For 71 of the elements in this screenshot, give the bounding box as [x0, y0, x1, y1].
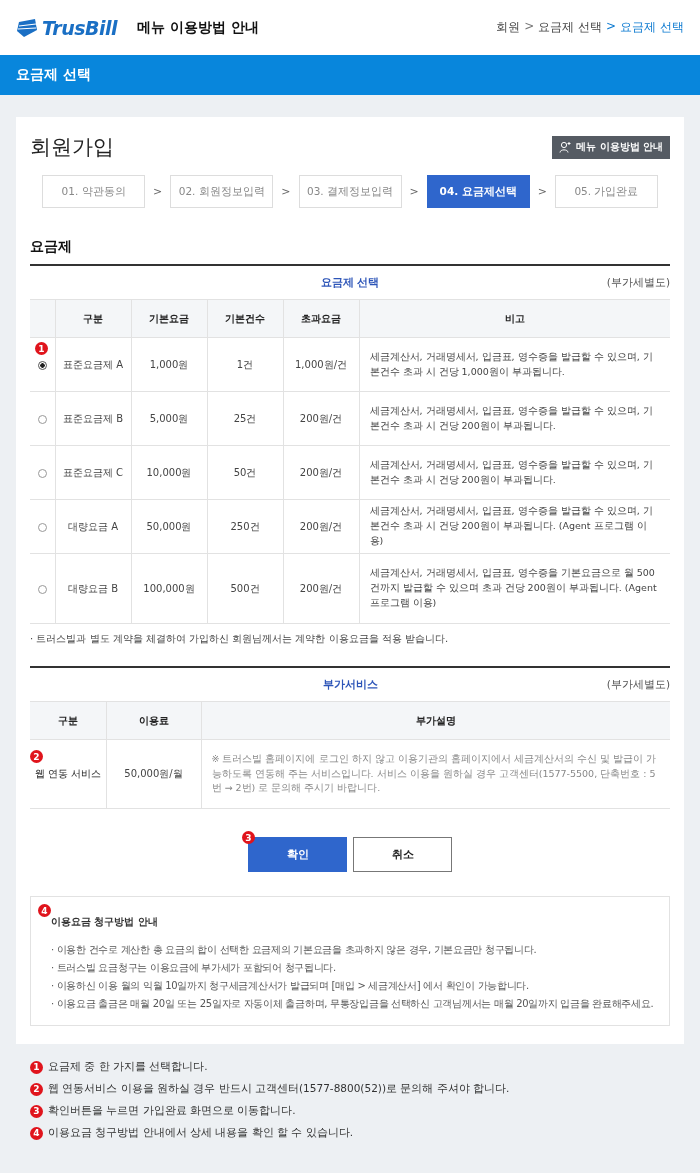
step-badge: 2 [30, 750, 43, 763]
breadcrumb-item[interactable]: 요금제 선택 [620, 19, 684, 36]
table-cell: 1건 [207, 337, 283, 392]
step-separator: > [153, 185, 163, 198]
info-text: · 트러스빌 요금청구는 이용요금에 부가세가 포함되어 청구됩니다. [51, 961, 337, 975]
table-cell: 10,000원 [131, 445, 207, 500]
table-cell: 200원/건 [283, 553, 359, 624]
column-header: 부가설명 [201, 701, 670, 740]
breadcrumb-item[interactable]: 요금제 선택 [538, 19, 603, 36]
table-cell: 웹 연동 서비스 [34, 768, 101, 779]
table-cell: 200원/건 [283, 445, 359, 500]
info-title: 이용요금 청구방법 안내 [51, 915, 159, 929]
breadcrumb-separator: > [606, 19, 617, 35]
table-cell: 1,000원/건 [283, 337, 359, 392]
column-header: 구분 [30, 701, 106, 740]
table-cell: 100,000원 [131, 553, 207, 624]
column-header: 기본건수 [207, 299, 283, 338]
cancel-button[interactable]: 취소 [353, 837, 452, 872]
table-cell: 5,000원 [131, 391, 207, 446]
info-text: · 이용한 건수로 계산한 총 요금의 합이 선택한 요금제의 기본요금을 초과하지 않은 경우, 기본요금만 청구됩니다. [51, 943, 538, 957]
table-cell: 25건 [207, 391, 283, 446]
header-title: 메뉴 이용방법 안내 [137, 18, 259, 37]
guide-note: 웹 연동서비스 이용을 원하실 경우 반드시 고객센터(1577-8800(52))로 문의해 주셔야 합니다. [48, 1082, 510, 1096]
breadcrumb-item[interactable]: 회원 [496, 19, 521, 36]
page-banner: 요금제 선택 [0, 55, 700, 95]
guide-note: 확인버튼을 누르면 가입완료 화면으로 이동합니다. [48, 1104, 296, 1118]
guide-note: 이용요금 청구방법 안내에서 상세 내용을 확인 할 수 있습니다. [48, 1126, 354, 1140]
column-header: 비고 [359, 299, 670, 338]
step-separator: > [409, 185, 419, 198]
vat-note: (부가세별도) [606, 678, 670, 692]
table-cell: 표준요금제 C [55, 445, 131, 500]
table-cell: 50,000원/월 [106, 739, 201, 809]
table-cell: 200원/건 [283, 391, 359, 446]
step-badge: 4 [30, 1126, 43, 1140]
user-plus-icon [559, 141, 573, 153]
logo[interactable]: TrusBill [42, 16, 118, 39]
logo-icon [16, 17, 38, 38]
step-separator: > [537, 185, 547, 198]
step-badge: 1 [35, 342, 48, 355]
step-separator: > [281, 185, 291, 198]
step-badge: 3 [242, 831, 255, 844]
table-cell: 50건 [207, 445, 283, 500]
step-badge: 4 [38, 904, 51, 917]
info-text: · 이용요금 출금은 매월 20일 또는 25일자로 자동이체 출금하며, 무통장입금을 선택하신 고객님께서는 매월 20일까지 입금을 완료해주세요. [51, 997, 655, 1011]
vat-note: (부가세별도) [606, 276, 670, 290]
breadcrumb-separator: > [524, 19, 535, 35]
page-title: 회원가입 [30, 134, 114, 161]
table-cell: 50,000원 [131, 499, 207, 554]
table-cell: 200원/건 [283, 499, 359, 554]
column-header: 초과요금 [283, 299, 359, 338]
table-cell: 250건 [207, 499, 283, 554]
table-caption: 부가서비스 [322, 678, 378, 690]
table-cell: 표준요금제 B [55, 391, 131, 446]
table-cell: 대량요금 A [55, 499, 131, 554]
table-cell: 1,000원 [131, 337, 207, 392]
radio-button[interactable] [37, 360, 47, 370]
guide-button[interactable]: 메뉴 이용방법 안내 [552, 135, 670, 159]
step-badge: 1 [30, 1060, 43, 1074]
guide-note: 요금제 중 한 가지를 선택합니다. [48, 1060, 208, 1074]
step-badge: 2 [30, 1082, 43, 1096]
table-cell: 500건 [207, 553, 283, 624]
footnote: · 트러스빌과 별도 계약을 체결하여 가입하신 회원님께서는 계약한 이용요금을 적용 받습니다. [30, 632, 450, 646]
table-cell: 대량요금 B [55, 553, 131, 624]
column-header: 이용료 [106, 701, 201, 740]
section-heading: 요금제 [30, 238, 670, 266]
step-badge: 3 [30, 1104, 43, 1118]
info-text: · 이용하신 이용 월의 익월 10일까지 청구세금계산서가 발급되며 [매입 > 세금계산서] 에서 확인이 가능합니다. [51, 979, 530, 993]
column-header: 구분 [55, 299, 131, 338]
table-caption: 요금제 선택 [320, 276, 380, 288]
table-cell: 표준요금제 A [55, 337, 131, 392]
column-header: 기본요금 [131, 299, 207, 338]
